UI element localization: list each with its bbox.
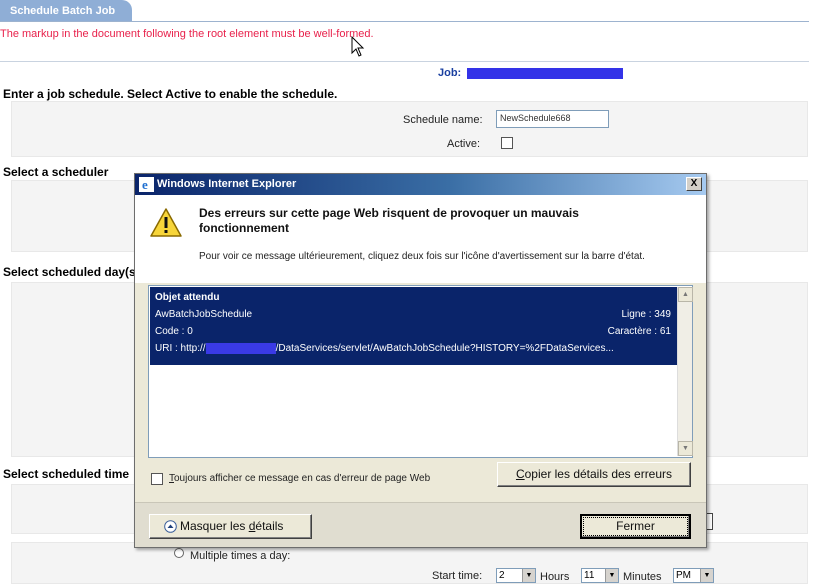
chevron-down-icon: ▼ [700,569,713,582]
uri-suffix: /DataServices/servlet/AwBatchJobSchedule… [275,343,614,355]
active-label: Active: [447,138,481,150]
minutes-select[interactable]: 11 ▼ [581,568,619,583]
dialog-titlebar[interactable]: e Windows Internet Explorer X [135,174,706,195]
copy-accesskey: C [515,467,525,481]
mouse-pointer-icon [351,36,365,57]
copy-button-text: opier les détails des erreurs [524,467,673,481]
hide-details-button[interactable]: Masquer les détails [149,514,312,539]
ie-logo-icon: e [139,177,154,192]
active-checkbox[interactable] [501,137,513,149]
ie-error-dialog: e Windows Internet Explorer X Des erreur… [134,173,707,548]
multiple-times-label: Multiple times a day: [190,550,291,562]
dialog-subtext: Pour voir ce message ultérieurement, cli… [199,251,645,262]
select-scheduler-heading: Select a scheduler [3,165,109,179]
tab-schedule-batch-job[interactable]: Schedule Batch Job [0,0,132,22]
detail-char-number: Caractère : 61 [607,326,671,337]
detail-line-2: AwBatchJobSchedule [155,309,253,320]
select-days-heading: Select scheduled day(s [3,265,136,279]
tab-underline [0,21,809,22]
minutes-value: 11 [584,570,595,581]
detail-line-number: Ligne : 349 [621,309,672,320]
details-scrollbar[interactable]: ▲ ▼ [677,287,693,456]
scroll-up-icon[interactable]: ▲ [678,287,693,302]
hours-select[interactable]: 2 ▼ [496,568,536,583]
schedule-name-label: Schedule name: [403,114,483,126]
svg-text:e: e [142,177,148,192]
error-details-selected: Objet attendu AwBatchJobSchedule Ligne :… [150,287,677,365]
select-time-heading: Select scheduled time [3,467,130,481]
hours-value: 2 [499,570,505,581]
hide-details-text-2: étails [255,519,284,533]
detail-line-1: Objet attendu [155,292,220,303]
hide-details-text-1: Masquer les [180,519,249,533]
ampm-value: PM [676,570,691,581]
uri-host-redacted [205,343,276,354]
schedule-panel [11,101,808,157]
job-label: Job: [438,67,462,79]
close-button[interactable]: Fermer [580,514,691,539]
always-show-text: oujours afficher ce message en cas d'err… [174,473,431,484]
chevron-down-icon: ▼ [522,569,535,582]
ampm-select[interactable]: PM ▼ [673,568,714,583]
collapse-up-icon [164,520,177,533]
copy-error-details-button[interactable]: Copier les détails des erreurs [497,462,691,487]
multiple-times-radio[interactable] [174,548,184,558]
warning-triangle-icon [150,208,182,237]
job-name-redacted [467,68,623,79]
error-message: The markup in the document following the… [0,28,374,40]
hours-label: Hours [540,571,570,583]
dialog-close-button[interactable]: X [686,177,702,191]
detail-uri: URI : http:// /DataServices/servlet/AwBat… [155,343,614,354]
start-time-label: Start time: [432,570,483,582]
always-show-checkbox[interactable] [151,473,163,485]
scroll-down-icon[interactable]: ▼ [678,441,693,456]
detail-line-3: Code : 0 [155,326,193,337]
chevron-down-icon: ▼ [605,569,618,582]
error-details-box[interactable]: Objet attendu AwBatchJobSchedule Ligne :… [148,285,693,458]
dialog-heading: Des erreurs sur cette page Web risquent … [199,206,579,235]
schedule-name-input[interactable]: NewSchedule668 [496,110,609,128]
uri-prefix: URI : http:// [155,343,206,355]
always-show-label[interactable]: Toujours afficher ce message en cas d'er… [169,473,430,484]
minutes-label: Minutes [623,571,662,583]
intro-heading: Enter a job schedule. Select Active to e… [3,87,338,101]
section-divider [0,61,809,62]
dialog-title: Windows Internet Explorer [157,178,297,190]
